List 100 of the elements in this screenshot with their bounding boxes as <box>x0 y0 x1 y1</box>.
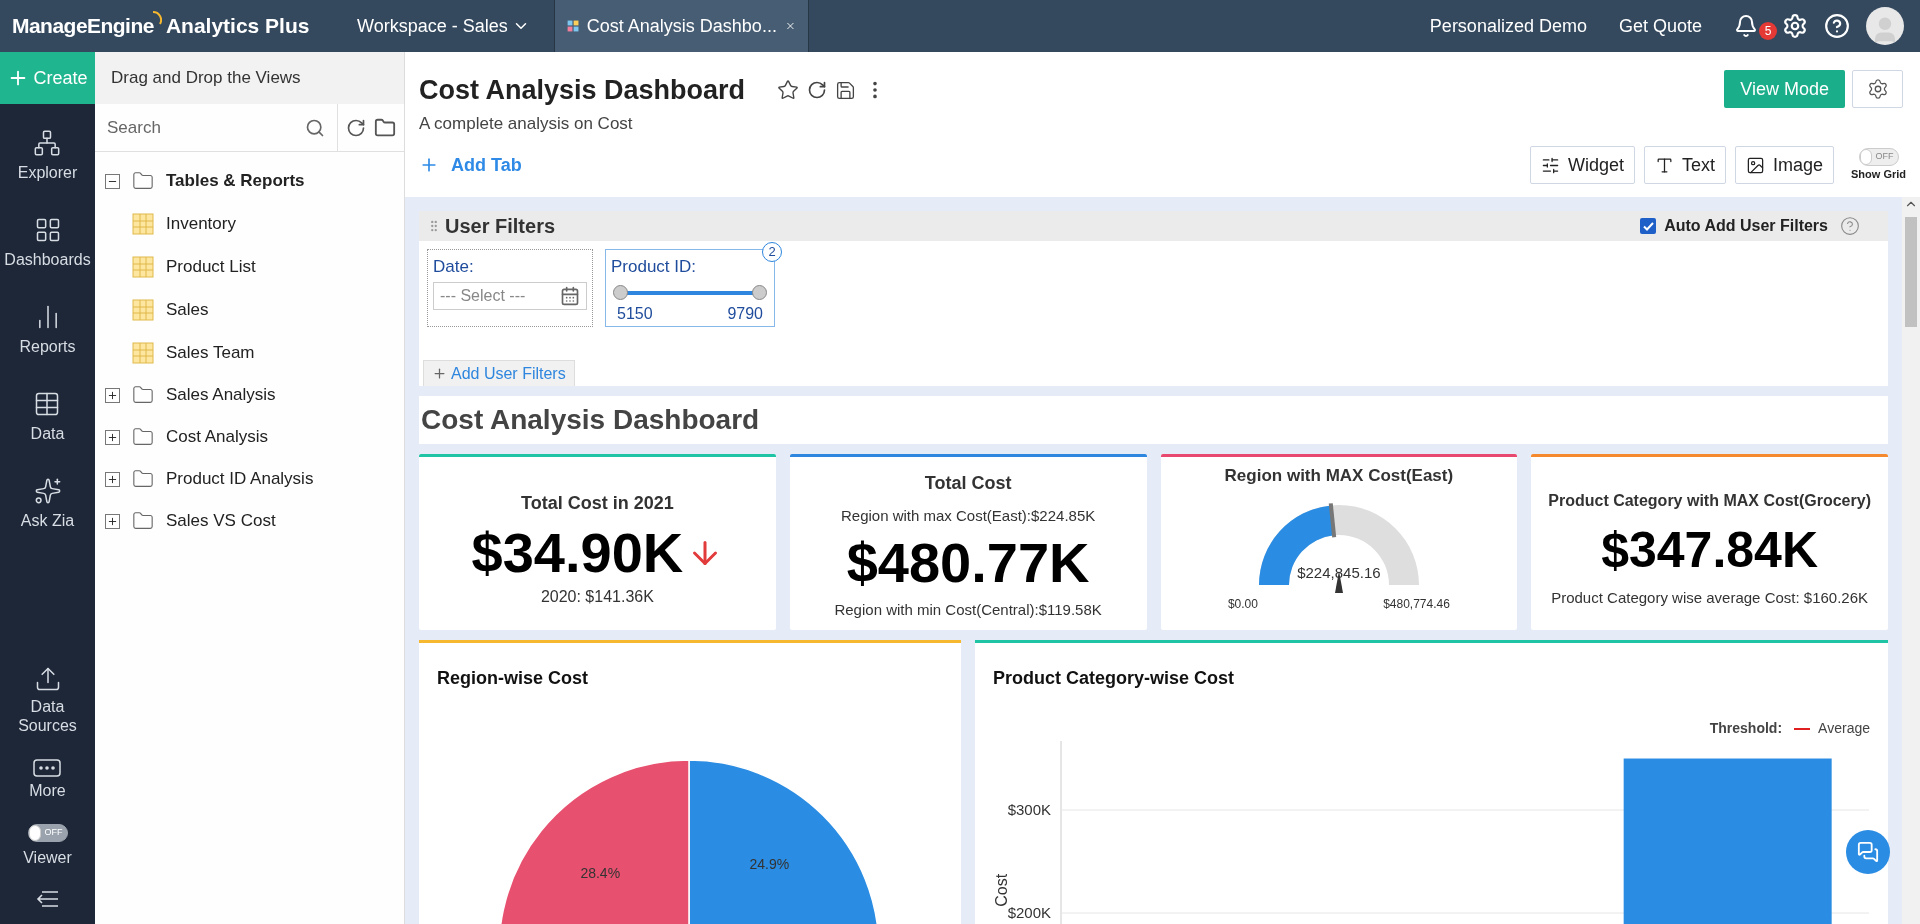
notification-icon[interactable] <box>1734 14 1758 38</box>
refresh-icon[interactable] <box>346 117 366 138</box>
header-link[interactable]: Personalized Demo <box>1429 12 1587 40</box>
expand-toggle-icon[interactable] <box>105 513 120 529</box>
tree-item[interactable]: Sales <box>95 288 404 331</box>
tree-item-label: Tables & Reports <box>166 170 305 193</box>
tree-item[interactable]: Tables & Reports <box>95 160 404 202</box>
gauge-max-label: $480,774.46 <box>1383 596 1450 614</box>
toggle-state-text: OFF <box>43 826 64 840</box>
kpi-value: $347.84K <box>1601 525 1819 576</box>
save-icon[interactable] <box>835 79 857 101</box>
settings-button[interactable] <box>1852 70 1903 108</box>
nav-item[interactable]: Data Sources <box>0 665 95 735</box>
avatar[interactable] <box>1866 7 1904 45</box>
folder-icon[interactable] <box>374 116 396 139</box>
image-icon <box>1745 155 1765 175</box>
add-tab-button[interactable]: Add Tab <box>419 151 522 179</box>
kpi-note: Region with min Cost(Central):$119.58K <box>834 600 1102 620</box>
collapse-toggle-icon[interactable] <box>105 173 120 189</box>
dashboard-title: Cost Analysis Dashboard <box>419 74 746 107</box>
chat-icon <box>1857 841 1879 863</box>
header-link[interactable]: Get Quote <box>1618 12 1702 40</box>
tree-item-label: Product ID Analysis <box>166 468 314 491</box>
kpi-note: Region with max Cost(East):$224.85K <box>840 505 1096 526</box>
chart-title: Region-wise Cost <box>436 667 589 690</box>
toolbar-button[interactable]: Image <box>1734 146 1834 184</box>
panel-header: Drag and Drop the Views <box>95 52 404 104</box>
date-picker[interactable]: --- Select --- <box>433 281 587 310</box>
legend-item: Average <box>1818 719 1870 738</box>
tree-item[interactable]: Inventory <box>95 202 404 245</box>
tree-item[interactable]: Cost Analysis <box>95 416 404 458</box>
dashboard-tab[interactable]: Cost Analysis Dashbo... <box>553 0 809 52</box>
table-icon <box>132 212 154 235</box>
toggle-label: Viewer <box>23 848 72 868</box>
toolbar-button[interactable]: Text <box>1643 146 1726 184</box>
folder-icon <box>132 384 154 406</box>
tree-item[interactable]: Product ID Analysis <box>95 458 404 500</box>
nav-icon <box>33 129 62 157</box>
search-field[interactable]: Search <box>107 114 305 141</box>
table-icon <box>132 341 154 364</box>
collapse-icon[interactable] <box>35 890 60 908</box>
date-field[interactable]: --- Select --- <box>440 283 560 308</box>
nav-item[interactable]: Data <box>30 390 65 452</box>
filter-label: Date: <box>433 256 475 278</box>
axis-label: Cost <box>993 873 1010 907</box>
calendar-icon[interactable] <box>560 285 580 306</box>
gauge-reading: $224,845.16 <box>1297 563 1381 584</box>
range-max-value: 9790 <box>727 303 763 324</box>
tree-item[interactable]: Sales VS Cost <box>95 500 404 542</box>
tree-item-label: Inventory <box>166 212 236 235</box>
tree-item-label: Sales VS Cost <box>166 510 276 533</box>
axis-tick-label: $200K <box>1007 904 1051 921</box>
folder-icon <box>132 426 154 448</box>
kpi-value: $34.90K <box>471 525 684 581</box>
folder-icon <box>132 170 154 192</box>
tree-item[interactable]: Sales Analysis <box>95 374 404 416</box>
range-slider[interactable] <box>613 283 767 302</box>
search-box[interactable]: Search <box>95 104 338 151</box>
nav-item[interactable]: Ask Zia <box>20 477 75 539</box>
toggle-state-text: OFF <box>1874 150 1895 163</box>
folder-icon <box>132 510 154 532</box>
range-min-value: 5150 <box>617 303 653 324</box>
star-icon[interactable] <box>777 79 800 102</box>
axis-tick-label: $300K <box>1007 801 1051 818</box>
nav-item[interactable]: Explorer <box>17 129 78 191</box>
panel-title: User Filters <box>445 214 556 239</box>
table-icon <box>132 298 154 321</box>
kpi-title: Region with MAX Cost(East) <box>1224 464 1454 487</box>
settings-icon[interactable] <box>1782 13 1808 39</box>
tree-item[interactable]: Product List <box>95 245 404 288</box>
kpi-title: Total Cost <box>924 471 1012 495</box>
scrollbar[interactable] <box>1902 197 1920 924</box>
tree-item-label: Cost Analysis <box>166 426 269 449</box>
toggle-label: Show Grid <box>1851 166 1906 182</box>
tree-item[interactable]: Sales Team <box>95 331 404 374</box>
nav-item[interactable]: Dashboards <box>4 216 91 278</box>
brand-logo: ManageEngine <box>12 13 154 40</box>
slider-handle[interactable] <box>752 285 767 300</box>
filter-label: Product ID: <box>611 256 698 278</box>
slider-handle[interactable] <box>613 285 628 300</box>
slice-label: 24.9% <box>749 856 790 873</box>
tree-item-label: Sales Team <box>166 341 255 364</box>
plus-icon <box>432 366 447 381</box>
checkbox[interactable] <box>1640 218 1657 234</box>
refresh-icon[interactable] <box>807 80 828 101</box>
expand-toggle-icon[interactable] <box>105 429 120 445</box>
toolbar-button[interactable]: Widget <box>1529 146 1635 184</box>
settings-icon <box>1866 78 1889 100</box>
expand-toggle-icon[interactable] <box>105 387 120 403</box>
kpi-title: Total Cost in 2021 <box>521 492 674 515</box>
nav-icon <box>33 477 62 505</box>
expand-toggle-icon[interactable] <box>105 471 120 487</box>
nav-item[interactable]: Reports <box>19 303 76 365</box>
workspace-dropdown[interactable]: Workspace - Sales <box>345 0 542 52</box>
gauge-min-label: $0.00 <box>1227 596 1258 614</box>
scrollbar-thumb[interactable] <box>1905 217 1917 327</box>
product-name: Analytics Plus <box>165 13 310 40</box>
chart-title: Product Category-wise Cost <box>992 667 1236 690</box>
search-icon <box>305 117 325 138</box>
nav-item[interactable]: More <box>29 759 66 800</box>
